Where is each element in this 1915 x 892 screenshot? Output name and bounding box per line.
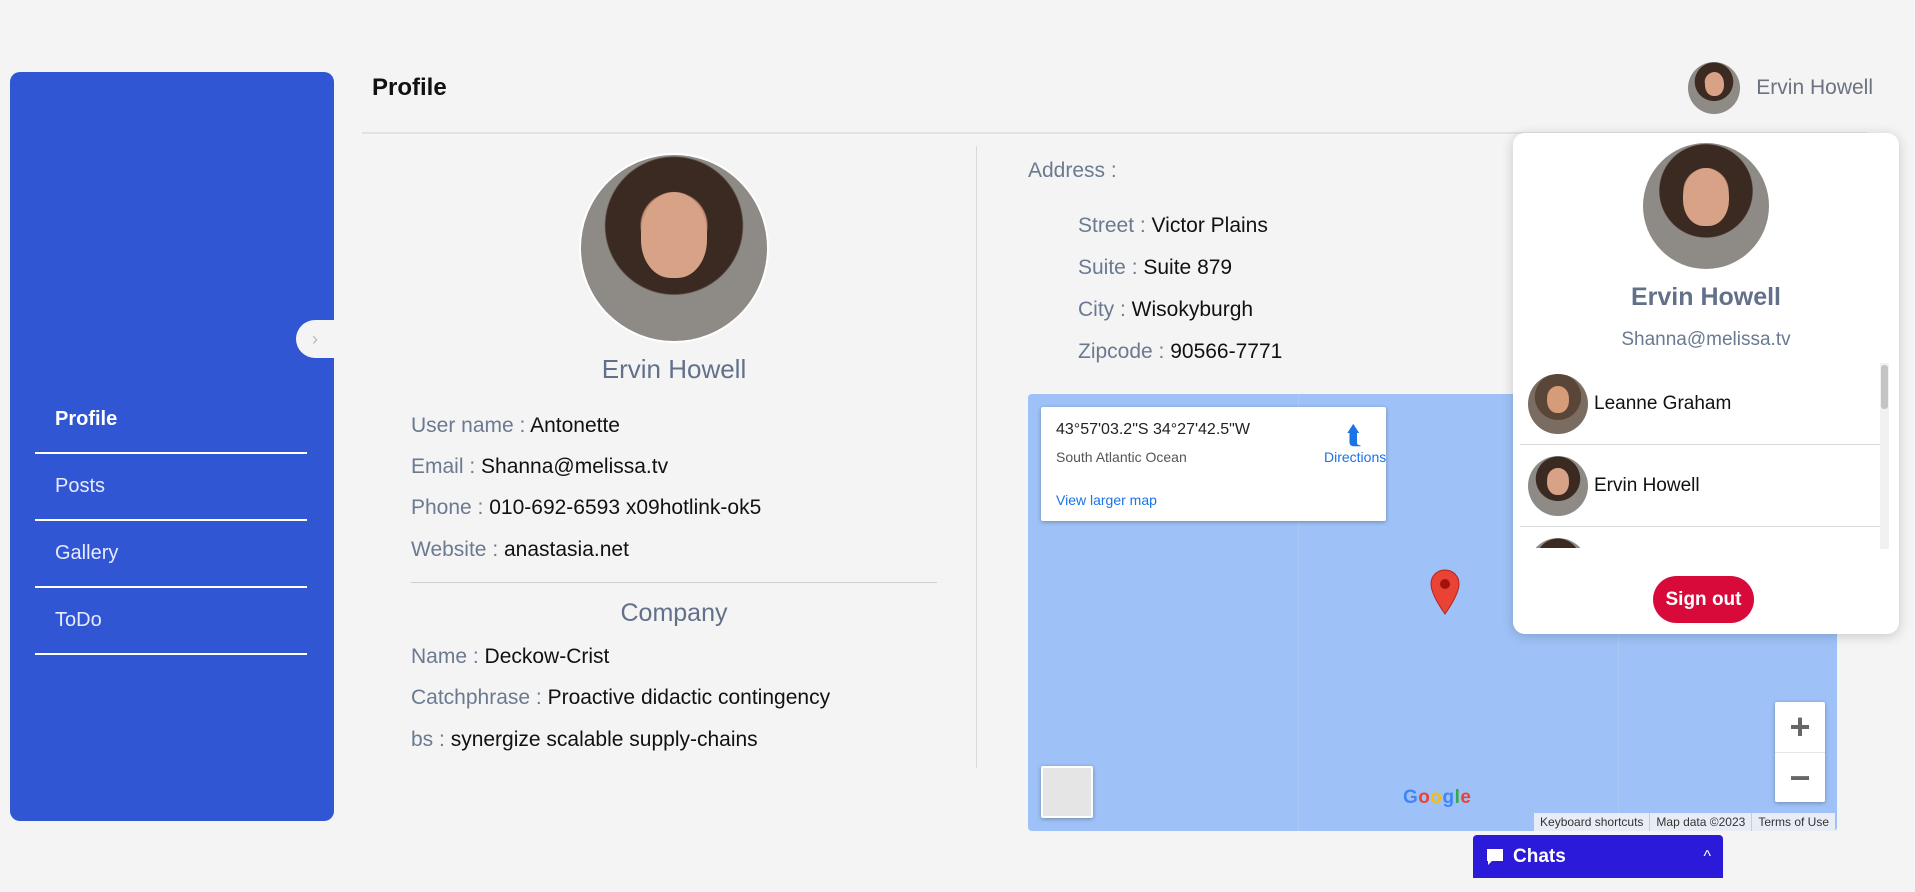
chevron-right-icon: › [312,328,318,349]
header-user-name: Ervin Howell [1756,76,1873,99]
map-data-label: Map data ©2023 [1649,813,1751,831]
profile-field-email: Email : Shanna@melissa.tv [411,455,668,479]
company-field-bs: bs : synergize scalable supply-chains [411,728,758,752]
field-label: Street : [1078,214,1152,237]
field-label: City : [1078,298,1132,321]
address-field-street: Street : Victor Plains [1078,214,1268,238]
popup-user-name: Ervin Howell [1630,283,1782,311]
sidebar: Profile Posts Gallery ToDo [10,72,334,821]
field-label: bs : [411,728,451,751]
address-field-suite: Suite : Suite 879 [1078,256,1232,280]
user-name: Leanne Graham [1594,392,1732,414]
directions-button[interactable]: ⮬ Directions [1324,420,1387,465]
header-user-menu[interactable]: Ervin Howell [1688,62,1873,114]
field-label: Suite : [1078,256,1144,279]
profile-avatar [579,153,769,343]
list-item[interactable] [1520,527,1880,548]
field-value: Victor Plains [1151,214,1268,237]
popup-user-email: Shanna@melissa.tv [1621,329,1791,350]
map-attribution: Keyboard shortcuts Map data ©2023 Terms … [1534,813,1835,831]
avatar [1528,537,1588,548]
sidebar-toggle-button[interactable]: › [296,320,334,358]
popup-avatar [1643,143,1769,269]
map-coordinates: 43°57'03.2"S 34°27'42.5"W [1056,421,1250,438]
company-field-catchphrase: Catchphrase : Proactive didactic conting… [411,686,830,710]
user-name: Ervin Howell [1594,474,1700,496]
column-divider [976,146,977,768]
chat-bubble-icon [1487,848,1503,865]
map-info-card: 43°57'03.2"S 34°27'42.5"W South Atlantic… [1041,407,1386,521]
field-value: 010-692-6593 x09hotlink-ok5 [489,496,762,519]
sidebar-nav: Profile Posts Gallery ToDo [35,387,307,655]
field-label: Website : [411,538,504,561]
profile-name: Ervin Howell [601,354,747,384]
map-place-name: South Atlantic Ocean [1056,449,1187,465]
chevron-up-icon[interactable]: ^ [1703,848,1711,866]
keyboard-shortcuts-link[interactable]: Keyboard shortcuts [1534,813,1649,831]
address-title: Address : [1028,159,1117,182]
chats-bar[interactable]: Chats ^ [1473,835,1723,878]
company-field-name: Name : Deckow-Crist [411,645,609,669]
chats-title: Chats [1513,845,1566,867]
google-logo: Google [1403,787,1472,808]
field-value: Shanna@melissa.tv [481,455,669,478]
map-zoom-controls: + − [1775,702,1825,802]
field-value: Deckow-Crist [484,645,610,668]
field-label: Phone : [411,496,490,519]
directions-icon: ⮬ [1346,420,1362,450]
user-list-scrollbar[interactable] [1880,363,1889,549]
profile-field-website: Website : anastasia.net [411,538,629,562]
field-label: Zipcode : [1078,340,1171,363]
field-label: User name : [411,414,531,437]
user-menu-popup: Ervin Howell Shanna@melissa.tv Leanne Gr… [1513,133,1899,634]
sidebar-item-posts[interactable]: Posts [35,454,307,521]
field-value: anastasia.net [503,538,629,561]
map-type-toggle[interactable] [1041,766,1093,818]
list-item[interactable]: Ervin Howell [1520,445,1880,527]
list-item[interactable]: Leanne Graham [1520,363,1880,445]
user-switch-list[interactable]: Leanne Graham Ervin Howell [1520,363,1894,548]
sidebar-item-todo[interactable]: ToDo [35,588,307,655]
terms-of-use-link[interactable]: Terms of Use [1751,813,1835,831]
field-label: Email : [411,455,482,478]
page-title: Profile [372,74,447,101]
field-value: Wisokyburgh [1131,298,1254,321]
view-larger-map-link[interactable]: View larger map [1056,492,1157,508]
map-pin-icon[interactable] [1430,569,1460,615]
sidebar-item-gallery[interactable]: Gallery [35,521,307,588]
address-field-city: City : Wisokyburgh [1078,298,1253,322]
field-value: 90566-7771 [1170,340,1283,363]
profile-field-phone: Phone : 010-692-6593 x09hotlink-ok5 [411,496,761,520]
field-label: Catchphrase : [411,686,548,709]
field-value: Antonette [530,414,620,437]
avatar [1688,62,1741,114]
field-value: Suite 879 [1143,256,1233,279]
sign-out-button[interactable]: Sign out [1653,576,1754,623]
zoom-in-button[interactable]: + [1775,702,1825,752]
field-value: synergize scalable supply-chains [450,728,758,751]
directions-label: Directions [1324,449,1387,465]
address-field-zipcode: Zipcode : 90566-7771 [1078,340,1282,364]
zoom-out-button[interactable]: − [1775,752,1825,802]
company-title: Company [620,599,728,627]
avatar [1528,373,1588,434]
scrollbar-thumb[interactable] [1881,365,1888,409]
section-divider [411,582,937,583]
field-value: Proactive didactic contingency [547,686,831,709]
field-label: Name : [411,645,485,668]
sidebar-item-profile[interactable]: Profile [35,387,307,454]
profile-field-username: User name : Antonette [411,414,620,438]
avatar [1528,455,1588,516]
